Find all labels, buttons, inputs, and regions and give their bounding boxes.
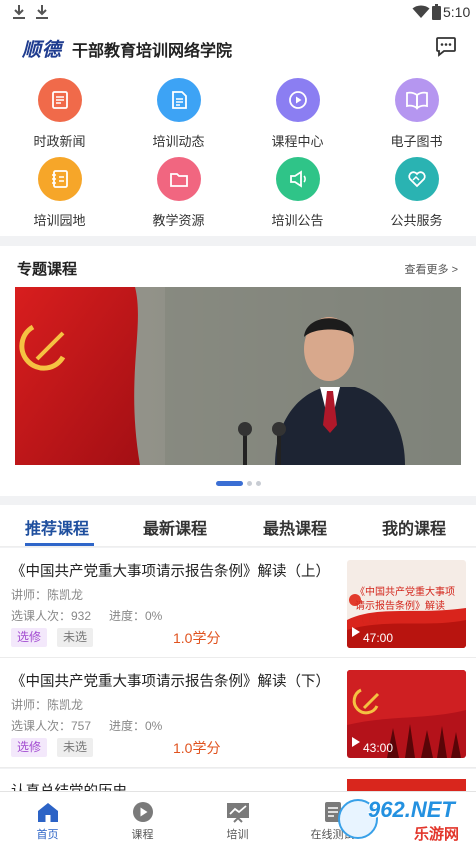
tab-my-courses[interactable]: 我的课程: [382, 515, 446, 539]
grid-item-label: 时政新闻: [33, 134, 86, 149]
topic-course-section: 专题课程 查看更多 >: [0, 246, 476, 496]
selection-status-tag: 未选: [57, 628, 94, 647]
notebook-icon: [37, 157, 82, 201]
grid-item-label: 培训动态: [152, 134, 205, 149]
section-title: 专题课程: [17, 261, 78, 278]
grid-item-label: 培训公告: [271, 213, 324, 228]
course-thumbnail[interactable]: 43:00: [347, 670, 466, 758]
app-header: 顺德 干部教育培训网络学院: [0, 26, 476, 68]
function-grid: 时政新闻 培训动态 课程中心 电子图书 培训园地 教学资源 培训公告 公共服务: [0, 68, 476, 236]
grid-item-ebooks[interactable]: 电子图书: [357, 78, 476, 150]
grid-item-training-notice[interactable]: 培训公告: [238, 157, 357, 229]
play-circle-icon: [275, 78, 320, 122]
wifi-icon: [412, 5, 430, 24]
tabbar-label: 培训: [226, 829, 249, 841]
grid-item-label: 培训园地: [33, 213, 86, 228]
tabbar-home[interactable]: 首页: [0, 792, 95, 842]
grid-item-training-garden[interactable]: 培训园地: [0, 157, 119, 229]
chart-board-icon: [225, 800, 251, 824]
elective-tag: 选修: [11, 738, 48, 757]
course-enrolled: 选课人次：932: [11, 609, 92, 623]
tabbar-label: 课程: [131, 829, 154, 841]
megaphone-icon: [275, 157, 320, 201]
tab-recommended[interactable]: 推荐课程: [25, 515, 89, 539]
home-icon: [35, 800, 61, 824]
tabbar-training[interactable]: 培训: [190, 792, 285, 842]
grid-item-news[interactable]: 时政新闻: [0, 78, 119, 150]
course-credit: 1.0学分: [173, 740, 221, 756]
elective-tag: 选修: [11, 628, 48, 647]
watermark-sub: 乐游网: [414, 826, 460, 843]
grid-item-training-news[interactable]: 培训动态: [119, 78, 238, 150]
banner-image: [15, 287, 461, 465]
grid-item-teaching-resources[interactable]: 教学资源: [119, 157, 238, 229]
grid-item-label: 课程中心: [271, 134, 324, 149]
course-enrolled: 选课人次：757: [11, 719, 92, 733]
course-duration: 47:00: [363, 631, 394, 645]
tab-latest[interactable]: 最新课程: [143, 515, 207, 539]
watermark-brand: 962.NET: [368, 797, 455, 822]
status-bar: 5:10: [0, 0, 476, 26]
newspaper-icon: [37, 78, 82, 122]
view-more-link[interactable]: 查看更多 >: [405, 261, 458, 277]
play-icon: [352, 624, 360, 642]
download-icon: [35, 4, 49, 20]
app-logo: 顺德: [22, 39, 63, 61]
watermark: 962.NET 乐游网: [338, 797, 472, 843]
banner-carousel[interactable]: [15, 287, 461, 465]
course-title: 《中国共产党重大事项请示报告条例》解读（上）: [11, 564, 330, 580]
course-teacher: 讲师：陈凯龙: [11, 698, 84, 712]
tabbar-label: 首页: [36, 829, 59, 841]
download-icon: [12, 4, 26, 20]
app-title: 干部教育培训网络学院: [72, 43, 233, 60]
grid-item-label: 公共服务: [390, 213, 443, 228]
folder-icon: [156, 157, 201, 201]
grid-item-public-service[interactable]: 公共服务: [357, 157, 476, 229]
course-duration: 43:00: [363, 741, 394, 755]
document-icon: [156, 78, 201, 122]
grid-item-course-center[interactable]: 课程中心: [238, 78, 357, 150]
course-credit: 1.0学分: [173, 630, 221, 646]
selection-status-tag: 未选: [57, 738, 94, 757]
thumbnail-caption: 《中国共产党重大事项请示报告条例》解读（上）: [355, 587, 455, 626]
course-tabs: 推荐课程 最新课程 最热课程 我的课程: [0, 505, 476, 547]
carousel-dot[interactable]: [255, 481, 261, 487]
play-icon: [352, 734, 360, 752]
handshake-heart-icon: [394, 157, 439, 201]
tab-active-indicator: [25, 543, 94, 546]
carousel-dot[interactable]: [215, 481, 243, 487]
play-icon: [130, 800, 156, 824]
course-thumbnail[interactable]: 《中国共产党重大事项请示报告条例》解读（上） 47:00: [347, 560, 466, 648]
message-icon[interactable]: [435, 35, 457, 62]
course-progress: 进度：0%: [109, 719, 163, 733]
carousel-indicator: [0, 475, 476, 493]
course-progress: 进度：0%: [109, 609, 163, 623]
course-item[interactable]: 《中国共产党重大事项请示报告条例》解读（下） 讲师：陈凯龙 选课人次：757 进…: [0, 658, 476, 768]
tabbar-courses[interactable]: 课程: [95, 792, 190, 842]
grid-item-label: 电子图书: [390, 134, 443, 149]
tab-hottest[interactable]: 最热课程: [263, 515, 327, 539]
course-title: 《中国共产党重大事项请示报告条例》解读（下）: [11, 674, 330, 690]
course-teacher: 讲师：陈凯龙: [11, 588, 84, 602]
carousel-dot[interactable]: [246, 481, 252, 487]
status-time: 5:10: [443, 4, 471, 20]
course-item[interactable]: 《中国共产党重大事项请示报告条例》解读（上） 讲师：陈凯龙 选课人次：932 进…: [0, 548, 476, 658]
open-book-icon: [394, 78, 439, 122]
battery-icon: [432, 4, 441, 25]
grid-item-label: 教学资源: [152, 213, 205, 228]
